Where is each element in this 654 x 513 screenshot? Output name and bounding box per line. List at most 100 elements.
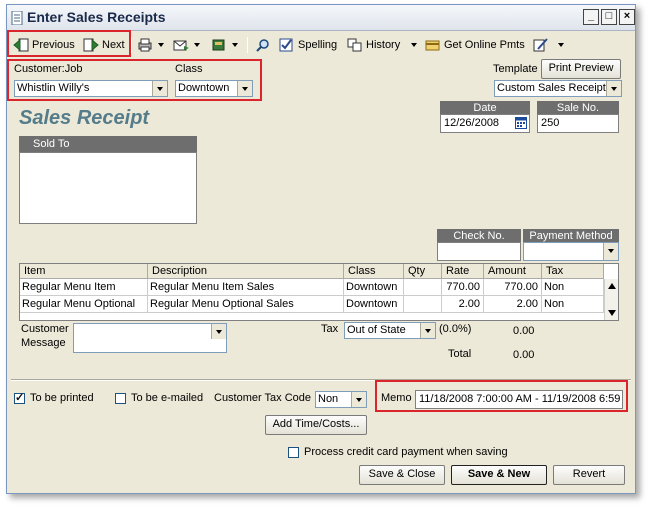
sale-no-header: Sale No. <box>537 101 619 115</box>
revert-button[interactable]: Revert <box>553 465 625 485</box>
close-button[interactable]: × <box>619 9 635 25</box>
process-credit-card-checkbox[interactable] <box>288 447 299 458</box>
template-label: Template <box>493 63 538 75</box>
history-button[interactable]: History <box>347 36 418 54</box>
table-cell-rate[interactable]: 2.00 <box>442 296 484 313</box>
ship-menu-button[interactable] <box>211 36 238 54</box>
to-be-emailed-checkbox[interactable] <box>115 393 126 404</box>
tax-amount: 0.00 <box>513 325 535 337</box>
sold-to-header: Sold To <box>19 136 197 152</box>
chevron-down-icon <box>558 43 564 47</box>
column-header-class[interactable]: Class <box>344 264 404 279</box>
table-cell-class[interactable]: Downtown <box>344 279 404 296</box>
print-menu-button[interactable] <box>137 36 164 54</box>
payment-method-dropdown[interactable] <box>523 242 619 261</box>
class-value: Downtown <box>178 82 230 94</box>
previous-button[interactable]: Previous <box>13 36 75 54</box>
divider <box>11 379 631 381</box>
customer-message-dropdown[interactable] <box>73 323 227 353</box>
chevron-down-icon[interactable] <box>603 243 618 260</box>
memo-field[interactable]: 11/18/2008 7:00:00 AM - 11/19/2008 6:59 <box>415 390 623 409</box>
table-cell-item[interactable]: Regular Menu Item <box>20 279 148 296</box>
date-value: 12/26/2008 <box>444 117 500 129</box>
chevron-down-icon[interactable] <box>351 392 366 407</box>
chevron-down-icon[interactable] <box>606 81 621 96</box>
shipping-icon <box>212 39 225 51</box>
class-label: Class <box>175 63 203 75</box>
scroll-down-arrow-icon[interactable] <box>608 310 616 316</box>
print-preview-button[interactable]: Print Preview <box>541 59 621 79</box>
items-table: Item Description Class Qty Rate Amount T… <box>19 263 619 321</box>
class-dropdown[interactable]: Downtown <box>175 80 253 97</box>
date-field[interactable]: 12/26/2008 <box>440 114 530 133</box>
template-dropdown[interactable]: Custom Sales Receipt <box>494 80 622 97</box>
column-header-description[interactable]: Description <box>148 264 344 279</box>
email-menu-button[interactable] <box>173 36 200 54</box>
column-header-amount[interactable]: Amount <box>484 264 542 279</box>
chevron-down-icon[interactable] <box>211 324 226 339</box>
table-cell-qty[interactable] <box>404 296 442 313</box>
spelling-button[interactable]: Spelling <box>279 36 337 54</box>
tax-rate: (0.0%) <box>439 323 472 335</box>
table-cell-tax[interactable]: Non <box>542 296 604 313</box>
items-scrollbar[interactable] <box>604 279 618 320</box>
date-header: Date <box>440 101 530 115</box>
chevron-down-icon[interactable] <box>152 81 167 96</box>
table-cell-amount[interactable]: 770.00 <box>484 279 542 296</box>
table-cell-qty[interactable] <box>404 279 442 296</box>
to-be-emailed-label: To be e-mailed <box>131 392 204 404</box>
sale-no-field[interactable]: 250 <box>537 114 619 133</box>
column-header-qty[interactable]: Qty <box>404 264 442 279</box>
add-time-costs-button[interactable]: Add Time/Costs... <box>265 415 367 435</box>
save-close-button[interactable]: Save & Close <box>359 465 445 485</box>
title-bar[interactable]: Enter Sales Receipts _ □ × <box>7 5 635 31</box>
tax-item-dropdown[interactable]: Out of State <box>344 322 436 339</box>
chevron-down-icon[interactable] <box>237 81 252 96</box>
chevron-down-icon <box>158 43 164 47</box>
table-cell-amount[interactable]: 2.00 <box>484 296 542 313</box>
window-title: Enter Sales Receipts <box>27 9 166 25</box>
column-header-rate[interactable]: Rate <box>442 264 484 279</box>
customer-job-value: Whistlin Willy's <box>17 82 90 94</box>
customer-job-dropdown[interactable]: Whistlin Willy's <box>14 80 168 97</box>
table-cell-class[interactable]: Downtown <box>344 296 404 313</box>
chevron-down-icon <box>232 43 238 47</box>
toolbar-separator <box>131 37 132 53</box>
to-be-printed-checkbox[interactable] <box>14 391 25 404</box>
table-cell-description[interactable]: Regular Menu Optional Sales <box>148 296 344 313</box>
customer-tax-code-dropdown[interactable]: Non <box>315 391 367 408</box>
form-title: Sales Receipt <box>19 107 150 129</box>
get-online-pmts-label: Get Online Pmts <box>444 39 525 51</box>
chevron-down-icon[interactable] <box>420 323 435 338</box>
next-arrow-icon <box>83 38 99 52</box>
customer-tax-code-label: Customer Tax Code <box>214 392 312 404</box>
calendar-icon[interactable] <box>515 117 527 129</box>
column-header-item[interactable]: Item <box>20 264 148 279</box>
sold-to-field[interactable] <box>19 152 197 224</box>
next-label: Next <box>102 39 125 51</box>
table-cell-tax[interactable]: Non <box>542 279 604 296</box>
edit-pencil-icon <box>533 38 548 52</box>
scroll-up-arrow-icon[interactable] <box>608 283 616 289</box>
table-cell-item[interactable]: Regular Menu Optional <box>20 296 148 313</box>
next-button[interactable]: Next <box>83 36 125 54</box>
customer-message-label-2: Message <box>21 337 66 349</box>
table-cell-description[interactable]: Regular Menu Item Sales <box>148 279 344 296</box>
column-header-tax[interactable]: Tax <box>542 264 604 279</box>
previous-arrow-icon <box>13 38 29 52</box>
customer-job-label: Customer:Job <box>14 63 83 75</box>
find-button[interactable] <box>255 36 271 54</box>
maximize-button[interactable]: □ <box>601 9 617 25</box>
total-label: Total <box>448 348 472 360</box>
get-online-pmts-button[interactable]: Get Online Pmts <box>425 36 525 54</box>
table-cell-rate[interactable]: 770.00 <box>442 279 484 296</box>
spelling-check-icon <box>279 38 293 52</box>
save-new-button[interactable]: Save & New <box>451 465 547 485</box>
minimize-button[interactable]: _ <box>583 9 599 25</box>
total-amount: 0.00 <box>513 349 535 361</box>
check-no-field[interactable] <box>437 242 521 261</box>
check-no-header: Check No. <box>437 229 521 243</box>
customize-menu-button[interactable] <box>533 36 564 54</box>
toolbar-separator <box>247 37 248 53</box>
memo-label: Memo <box>381 392 412 404</box>
